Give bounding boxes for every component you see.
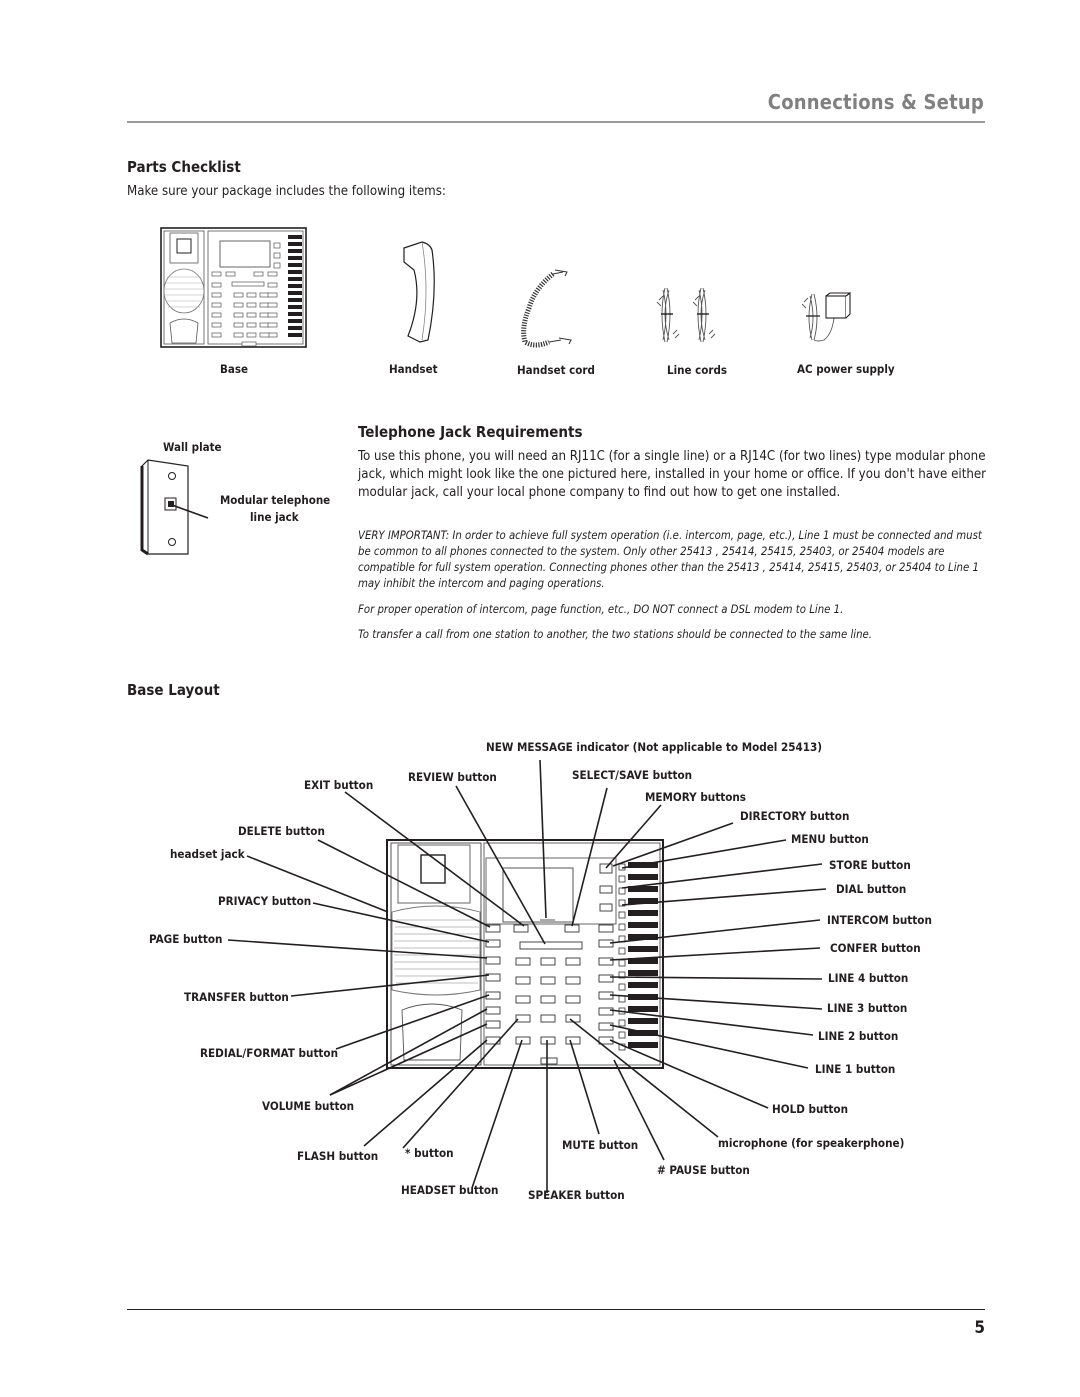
callout-redial-format: REDIAL/FORMAT button xyxy=(200,1046,339,1060)
callout-volume: VOLUME button xyxy=(262,1099,355,1113)
jack-requirements-paragraph: To use this phone, you will need an RJ11… xyxy=(358,449,987,500)
transfer-note: To transfer a call from one station to a… xyxy=(358,628,873,641)
callout-speaker: SPEAKER button xyxy=(528,1188,625,1202)
power-adapter-illustration xyxy=(798,288,858,344)
part-label-ac-power-supply: AC power supply xyxy=(797,362,895,376)
callout-microphone: microphone (for speakerphone) xyxy=(718,1136,905,1150)
important-note: VERY IMPORTANT: In order to achieve full… xyxy=(358,529,982,590)
phone-base-illustration xyxy=(160,227,308,349)
callout-page: PAGE button xyxy=(149,932,223,946)
jack-label-line-2: line jack xyxy=(250,510,299,524)
callout-headset-jack: headset jack xyxy=(170,847,245,861)
line-cords-illustration xyxy=(655,284,725,346)
callout-line2: LINE 2 button xyxy=(818,1029,899,1043)
callout-directory: DIRECTORY button xyxy=(740,809,850,823)
parts-checklist-intro: Make sure your package includes the foll… xyxy=(127,184,446,199)
callout-flash: FLASH button xyxy=(297,1149,379,1163)
footer-divider xyxy=(127,1309,985,1310)
wall-plate-title: Wall plate xyxy=(163,440,222,454)
callout-mute: MUTE button xyxy=(562,1138,639,1152)
wall-plate-illustration xyxy=(138,458,228,558)
header-divider xyxy=(127,121,985,123)
callout-star: * button xyxy=(405,1146,454,1160)
callout-select-save: SELECT/SAVE button xyxy=(572,768,693,782)
part-label-line-cords: Line cords xyxy=(667,363,728,377)
callout-line1: LINE 1 button xyxy=(815,1062,896,1076)
part-label-handset: Handset xyxy=(389,362,438,376)
callout-menu: MENU button xyxy=(791,832,869,846)
base-layout-heading: Base Layout xyxy=(127,681,220,699)
section-title: Connections & Setup xyxy=(767,90,984,114)
callout-store: STORE button xyxy=(829,858,911,872)
callout-dial: DIAL button xyxy=(836,882,907,896)
handset-illustration xyxy=(400,240,440,345)
callout-line4: LINE 4 button xyxy=(828,971,909,985)
callout-exit: EXIT button xyxy=(304,778,374,792)
callout-delete: DELETE button xyxy=(238,824,325,838)
dsl-note: For proper operation of intercom, page f… xyxy=(358,603,844,616)
callout-privacy: PRIVACY button xyxy=(218,894,312,908)
parts-checklist-heading: Parts Checklist xyxy=(127,158,241,176)
callout-line3: LINE 3 button xyxy=(827,1001,908,1015)
jack-requirements-heading: Telephone Jack Requirements xyxy=(358,423,583,441)
callout-pause: # PAUSE button xyxy=(657,1163,750,1177)
jack-label-line-1: Modular telephone xyxy=(220,493,331,507)
callout-headset: HEADSET button xyxy=(401,1183,499,1197)
part-label-handset-cord: Handset cord xyxy=(517,363,595,377)
callout-transfer: TRANSFER button xyxy=(184,990,289,1004)
page-number: 5 xyxy=(974,1318,985,1338)
coiled-cord-illustration xyxy=(515,268,585,348)
part-label-base: Base xyxy=(220,362,249,376)
callout-memory: MEMORY buttons xyxy=(645,790,747,804)
callout-intercom: INTERCOM button xyxy=(827,913,932,927)
callout-review: REVIEW button xyxy=(408,770,497,784)
callout-new-message: NEW MESSAGE indicator (Not applicable to… xyxy=(486,740,823,754)
callout-confer: CONFER button xyxy=(830,941,921,955)
callout-hold: HOLD button xyxy=(772,1102,848,1116)
